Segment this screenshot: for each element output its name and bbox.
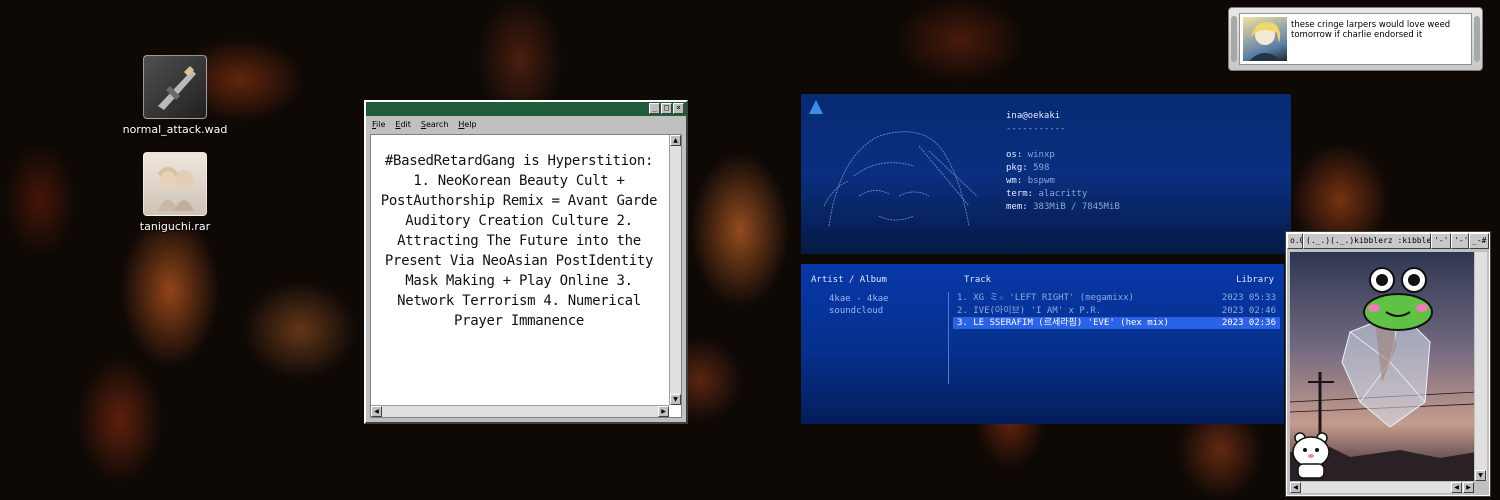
vertical-scrollbar[interactable]: ▲ ▼	[669, 135, 681, 405]
desktop-icon-label: normal_attack.wad	[122, 123, 228, 136]
scroll-up-arrow-icon[interactable]: ▲	[670, 135, 681, 146]
notepad-menu-bar: File Edit Search Help	[366, 116, 686, 132]
tweet-notification[interactable]: these cringe larpers would love weed tom…	[1228, 7, 1483, 71]
viewer-image	[1290, 252, 1474, 481]
maximize-button[interactable]: □	[661, 103, 672, 114]
title-segment[interactable]: o.0	[1287, 233, 1303, 249]
viewer-title-bar[interactable]: o.0 (._.)(._.)kibblerz :kibble: '-' '-'.…	[1287, 233, 1489, 249]
minimize-button[interactable]: _	[649, 103, 660, 114]
separator: -----------	[1006, 124, 1066, 134]
user-host: ina@oekaki	[1006, 111, 1061, 121]
notification-left-edge	[1231, 16, 1237, 62]
scroll-left-arrow-icon[interactable]: ◀	[1290, 482, 1301, 493]
scroll-left-arrow-icon[interactable]: ◀	[1451, 482, 1462, 493]
menu-help[interactable]: Help	[458, 120, 476, 129]
scroll-right-arrow-icon[interactable]: ▶	[658, 406, 669, 417]
scroll-down-arrow-icon[interactable]: ▼	[1475, 470, 1486, 481]
wad-file-thumbnail-icon	[143, 55, 207, 119]
scroll-down-arrow-icon[interactable]: ▼	[670, 394, 681, 405]
notification-message: these cringe larpers would love weed tom…	[1291, 20, 1451, 40]
viewer-vertical-scrollbar[interactable]: ▼	[1475, 252, 1487, 481]
title-segment[interactable]: '-'.	[1451, 233, 1469, 249]
scroll-left-arrow-icon[interactable]: ◀	[371, 406, 382, 417]
info-row-pkg: pkg: 598	[1006, 163, 1050, 173]
bear-sticker-icon	[1292, 432, 1330, 479]
desktop-icon-label: taniguchi.rar	[139, 220, 211, 233]
notepad-text-area[interactable]: #BasedRetardGang is Hyperstition: 1. Neo…	[370, 134, 682, 418]
viewer-horizontal-scrollbar[interactable]: ◀ ◀ ▶	[1290, 482, 1474, 493]
notification-right-edge	[1474, 16, 1480, 62]
track-row[interactable]: 1. XG ミ☆ 'LEFT RIGHT' (megamixx) 2023 05:…	[953, 292, 1280, 304]
library-header[interactable]: Library	[1236, 275, 1274, 285]
menu-file[interactable]: File	[372, 120, 385, 129]
track-row[interactable]: 2. IVE(아이브) 'I AM' x P.R. 2023 02:46	[953, 305, 1280, 317]
title-segment[interactable]: _-#	[1469, 233, 1489, 249]
artist-list[interactable]: 4kae - 4kae soundcloud	[829, 293, 889, 317]
info-row-wm: wm: bspwm	[1006, 176, 1055, 186]
frog-sticker-icon	[1363, 267, 1433, 331]
notepad-text: #BasedRetardGang is Hyperstition: 1. Neo…	[380, 153, 658, 329]
artist-item[interactable]: 4kae - 4kae	[829, 293, 889, 305]
image-viewer-window[interactable]: o.0 (._.)(._.)kibblerz :kibble: '-' '-'.…	[1285, 231, 1491, 497]
artist-item[interactable]: soundcloud	[829, 305, 889, 317]
info-row-mem: mem: 383MiB / 7845MiB	[1006, 202, 1120, 212]
column-divider	[948, 292, 949, 384]
desktop-icon-normal-attack-wad[interactable]: normal_attack.wad	[120, 55, 230, 136]
desktop-icon-taniguchi-rar[interactable]: taniguchi.rar	[120, 152, 230, 233]
arch-logo-icon	[809, 100, 823, 114]
horizontal-scrollbar[interactable]: ◀ ▶	[371, 405, 669, 417]
track-row-selected[interactable]: 3. LE SSERAFIM (르세라핌) 'EVE' (hex mix) 202…	[953, 317, 1280, 329]
title-segment[interactable]: '-'	[1431, 233, 1451, 249]
music-player-window[interactable]: Artist / Album Track Library 4kae - 4kae…	[801, 264, 1284, 424]
ascii-art-portrait-icon	[823, 131, 978, 227]
menu-edit[interactable]: Edit	[395, 120, 411, 129]
info-row-term: term: alacritty	[1006, 189, 1088, 199]
title-segment[interactable]: (._.)(._.)kibblerz :kibble:	[1303, 233, 1431, 249]
info-row-os: os: winxp	[1006, 150, 1055, 160]
track-header: Track	[964, 275, 992, 285]
neofetch-terminal-window[interactable]: ina@oekaki ----------- os: winxp pkg: 59…	[801, 94, 1291, 254]
rar-file-thumbnail-icon	[143, 152, 207, 216]
notepad-window[interactable]: _ □ × File Edit Search Help #BasedRetard…	[364, 100, 688, 424]
notepad-title-bar[interactable]: _ □ ×	[366, 102, 686, 116]
artist-album-header: Artist / Album	[811, 275, 887, 285]
scroll-right-arrow-icon[interactable]: ▶	[1463, 482, 1474, 493]
avatar	[1243, 17, 1287, 61]
menu-search[interactable]: Search	[421, 120, 448, 129]
close-button[interactable]: ×	[673, 103, 684, 114]
